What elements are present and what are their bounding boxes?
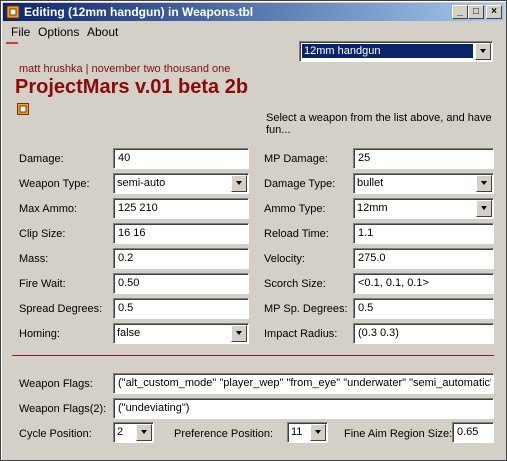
chevron-down-icon[interactable] [475,43,491,60]
menu-about[interactable]: About [87,25,118,39]
maximize-button[interactable]: □ [468,5,484,19]
right-label-6: MP Sp. Degrees: [264,303,348,315]
minimize-button[interactable]: _ [452,5,468,19]
chevron-down-icon[interactable] [231,175,247,192]
right-value-3: 1.1 [358,227,374,239]
chevron-down-icon[interactable] [310,424,326,441]
weapon-flags-field[interactable]: ("alt_custom_mode" "player_wep" "from_ey… [113,373,494,394]
left-value-4: 0.2 [118,252,134,264]
left-value-6: 0.5 [118,302,134,314]
left-value-7: false [117,327,141,339]
small-app-icon [17,103,29,115]
left-field-0[interactable]: 40 [113,148,249,169]
cycle-position-label: Cycle Position: [19,428,92,440]
right-field-3[interactable]: 1.1 [353,223,494,244]
left-select-1[interactable]: semi-auto [113,173,249,194]
preference-position-select[interactable]: 11 [287,422,328,443]
page-title: ProjectMars v.01 beta 2b [15,76,249,98]
fine-aim-value: 0.65 [457,426,479,438]
weapon-flags-label: Weapon Flags: [19,378,93,390]
right-value-1: bullet [357,177,384,189]
right-label-4: Velocity: [264,253,305,265]
left-label-7: Homing: [19,328,60,340]
right-field-6[interactable]: 0.5 [353,298,494,319]
right-field-0[interactable]: 25 [353,148,494,169]
right-field-7[interactable]: (0.3 0.3) [353,323,494,344]
title-bar[interactable]: Editing (12mm handgun) in Weapons.tbl _ … [3,3,504,21]
editor-window: Editing (12mm handgun) in Weapons.tbl _ … [0,0,507,461]
divider [12,355,494,356]
right-select-1[interactable]: bullet [353,173,494,194]
close-button[interactable]: × [486,5,502,19]
app-icon [6,5,20,19]
preference-position-value: 11 [291,426,303,438]
left-label-0: Damage: [19,153,64,165]
left-field-2[interactable]: 125 210 [113,198,249,219]
left-label-1: Weapon Type: [19,178,90,190]
menu-bar: File Options About [3,22,504,41]
weapon-flags2-field[interactable]: ("undeviating") [113,398,494,419]
author-credit: matt hrushka | november two thousand one [19,63,231,75]
left-select-7[interactable]: false [113,323,249,344]
left-label-4: Mass: [19,253,49,265]
right-label-7: Impact Radius: [264,328,338,340]
right-field-4[interactable]: 275.0 [353,248,494,269]
cycle-position-value: 2 [117,426,124,438]
left-field-4[interactable]: 0.2 [113,248,249,269]
right-label-0: MP Damage: [264,153,328,165]
left-label-2: Max Ammo: [19,203,78,215]
right-label-3: Reload Time: [264,228,329,240]
chevron-down-icon[interactable] [476,200,492,217]
menu-options[interactable]: Options [38,25,79,39]
left-value-2: 125 210 [118,202,158,214]
chevron-down-icon[interactable] [136,424,152,441]
left-value-1: semi-auto [117,177,166,189]
left-label-3: Clip Size: [19,228,66,240]
right-value-6: 0.5 [358,302,374,314]
right-field-5[interactable]: <0.1, 0.1, 0.1> [353,273,494,294]
weapon-select[interactable]: 12mm handgun [299,41,493,62]
weapon-flags2-label: Weapon Flags(2): [19,403,107,415]
fine-aim-field[interactable]: 0.65 [452,422,494,443]
left-value-5: 0.50 [118,277,140,289]
right-select-2[interactable]: 12mm [353,198,494,219]
right-value-7: (0.3 0.3) [358,327,399,339]
fine-aim-label: Fine Aim Region Size: [344,428,453,440]
weapon-flags-value: ("alt_custom_mode" "player_wep" "from_ey… [118,377,491,389]
right-label-5: Scorch Size: [264,278,326,290]
chevron-down-icon[interactable] [476,175,492,192]
menu-file[interactable]: File [11,25,30,39]
weapon-select-value: 12mm handgun [302,44,473,58]
weapon-flags2-value: ("undeviating") [118,402,190,414]
right-value-5: <0.1, 0.1, 0.1> [358,277,429,289]
left-value-0: 40 [118,152,131,164]
preference-position-label: Preference Position: [174,428,274,440]
right-value-4: 275.0 [358,252,386,264]
right-value-2: 12mm [357,202,388,214]
chevron-down-icon[interactable] [231,325,247,342]
right-label-1: Damage Type: [264,178,336,190]
left-label-5: Fire Wait: [19,278,66,290]
accent-line [6,42,18,44]
window-title: Editing (12mm handgun) in Weapons.tbl [24,5,254,19]
instruction-text: Select a weapon from the list above, and… [266,112,492,136]
left-value-3: 16 16 [118,227,146,239]
right-value-0: 25 [358,152,371,164]
cycle-position-select[interactable]: 2 [113,422,154,443]
left-field-6[interactable]: 0.5 [113,298,249,319]
left-field-5[interactable]: 0.50 [113,273,249,294]
left-field-3[interactable]: 16 16 [113,223,249,244]
left-label-6: Spread Degrees: [19,303,103,315]
right-label-2: Ammo Type: [264,203,326,215]
